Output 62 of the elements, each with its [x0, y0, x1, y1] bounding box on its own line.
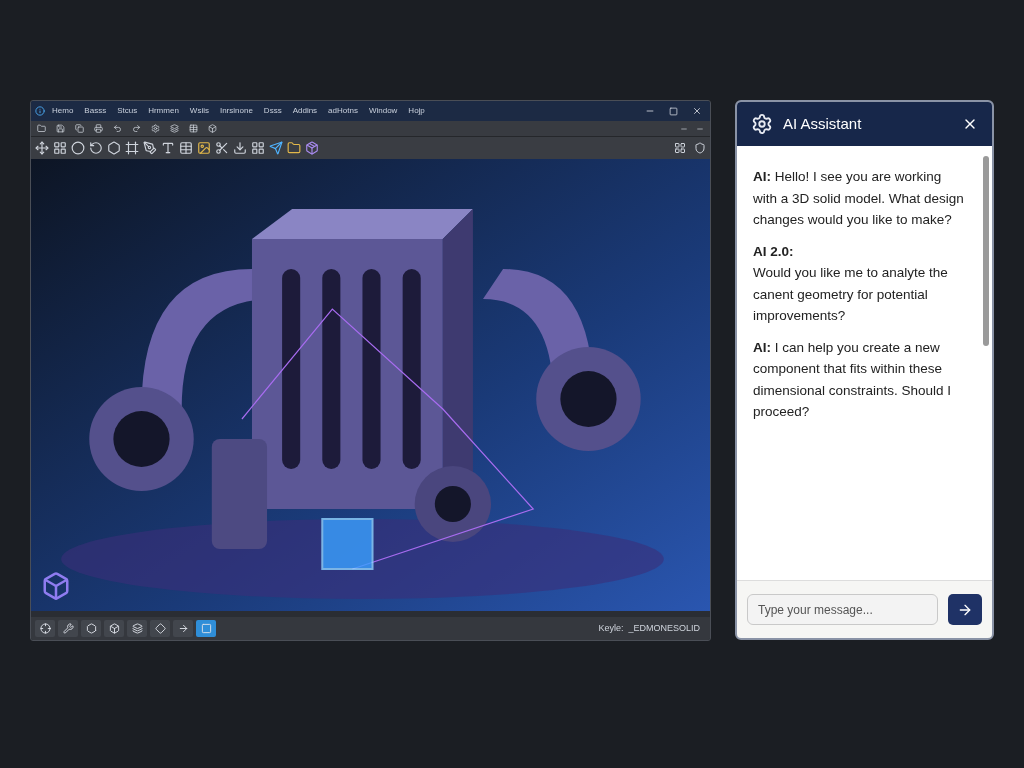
- redo-icon[interactable]: [132, 124, 141, 133]
- app-icon: [35, 106, 45, 116]
- tool-button[interactable]: [58, 620, 78, 637]
- wrench-icon: [62, 623, 74, 634]
- move-icon[interactable]: [35, 141, 49, 155]
- status-text: Keyle: _EDMONESOLID: [598, 621, 701, 635]
- settings-icon[interactable]: [151, 124, 160, 133]
- image-icon[interactable]: [197, 141, 211, 155]
- chat-message: AI: Hello! I see you are working with a 3D solid model. What design changes would you like to make?: [753, 168, 965, 229]
- crosshair-icon: [39, 623, 51, 634]
- menu-item[interactable]: Dsss: [259, 105, 286, 117]
- tool-button[interactable]: [127, 620, 147, 637]
- scissors-icon[interactable]: [215, 141, 229, 155]
- plane-icon[interactable]: [269, 141, 283, 155]
- cube-icon[interactable]: [208, 124, 217, 133]
- layers-icon[interactable]: [170, 124, 179, 133]
- message-field[interactable]: Type your message...: [747, 594, 938, 625]
- tool-button[interactable]: [104, 620, 124, 637]
- table-icon[interactable]: [179, 141, 193, 155]
- chat-message: AI 2.0: Would you like me to analyte the canent geometry for potential improvements?: [753, 242, 949, 325]
- tool-button[interactable]: [81, 620, 101, 637]
- arrow-icon: [177, 623, 189, 634]
- download-icon[interactable]: [233, 141, 247, 155]
- menu-item[interactable]: Addins: [288, 105, 322, 117]
- maximize-icon[interactable]: [669, 106, 678, 116]
- menu-item[interactable]: Hojp: [404, 105, 429, 117]
- undo-icon[interactable]: [113, 124, 122, 133]
- package-icon[interactable]: [305, 141, 319, 155]
- tool-button[interactable]: [173, 620, 193, 637]
- hexagon-icon[interactable]: [107, 141, 121, 155]
- send-button[interactable]: [948, 594, 982, 625]
- chat-message: AI: I can help you create a new component that fits within these dimensional constraints. Should I proceed?: [753, 338, 953, 421]
- folder-icon[interactable]: [287, 141, 301, 155]
- layers-icon: [131, 623, 143, 634]
- pen-icon[interactable]: [143, 141, 157, 155]
- diamond-icon: [154, 623, 166, 634]
- grid-icon[interactable]: [53, 141, 67, 155]
- shield-icon[interactable]: [694, 142, 706, 154]
- tool-button[interactable]: [150, 620, 170, 637]
- hexagon-icon: [85, 623, 97, 634]
- save-icon[interactable]: [56, 124, 65, 133]
- menu-item[interactable]: Inrsinone: [215, 105, 257, 117]
- printer-icon[interactable]: [94, 124, 103, 133]
- folder-icon[interactable]: [37, 124, 46, 133]
- circle-icon[interactable]: [71, 141, 85, 155]
- cube-icon: [108, 623, 120, 634]
- table-icon[interactable]: [189, 124, 198, 133]
- tool-button[interactable]: [35, 620, 55, 637]
- close-icon[interactable]: [692, 106, 702, 116]
- menu-item[interactable]: adHotns: [324, 105, 362, 117]
- menu-item[interactable]: Stcus: [113, 105, 142, 117]
- assistant-title: AI Assistant: [783, 113, 862, 134]
- menu-item[interactable]: Hemo: [48, 105, 78, 117]
- menu-item[interactable]: Wsiis: [185, 105, 213, 117]
- menu-item[interactable]: Basss: [80, 105, 111, 117]
- view-cube-icon[interactable]: [41, 571, 71, 601]
- menu-item[interactable]: Hrmmen: [144, 105, 183, 117]
- square-icon: [200, 623, 212, 634]
- copy-icon[interactable]: [75, 124, 84, 133]
- text-icon[interactable]: [161, 141, 175, 155]
- rotate-icon[interactable]: [89, 141, 103, 155]
- menu-item[interactable]: Window: [364, 105, 402, 117]
